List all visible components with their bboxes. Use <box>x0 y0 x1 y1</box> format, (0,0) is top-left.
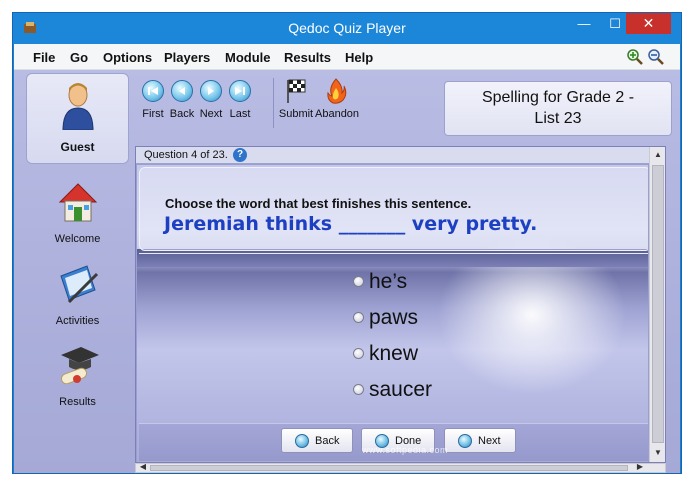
zoom-out-icon[interactable] <box>648 49 664 65</box>
back-icon <box>171 80 193 102</box>
book-pen-icon <box>60 265 99 304</box>
back-nav-label: Back <box>315 435 340 447</box>
close-button[interactable]: ✕ <box>626 13 671 34</box>
menu-file[interactable]: File <box>33 50 55 65</box>
question-counter: Question 4 of 23. <box>144 149 228 161</box>
sidebar-item-label: Welcome <box>54 233 101 245</box>
sidebar: Guest Welcome Activities Results <box>14 70 135 473</box>
sidebar-item-label: Results <box>59 396 96 408</box>
menu-options[interactable]: Options <box>103 50 152 65</box>
last-button[interactable]: Last <box>225 78 255 126</box>
menu-module[interactable]: Module <box>225 50 271 65</box>
next-nav-button[interactable]: Next <box>444 428 516 453</box>
course-title-box: Spelling for Grade 2 - List 23 <box>444 81 672 136</box>
menu-results[interactable]: Results <box>284 50 331 65</box>
fire-icon <box>327 78 347 104</box>
sidebar-item-results[interactable]: Results <box>26 339 129 417</box>
horizontal-scrollbar[interactable]: ◀ ▶ <box>135 462 666 474</box>
course-title-line1: Spelling for Grade 2 - <box>481 89 635 106</box>
next-arrow-icon <box>458 434 472 448</box>
scroll-left-button[interactable]: ◀ <box>136 462 150 474</box>
question-background: Choose the word that best finishes this … <box>137 165 648 462</box>
radio-button[interactable] <box>353 384 364 395</box>
horizontal-scroll-thumb[interactable] <box>150 465 628 471</box>
answer-options: he’s paws knew saucer <box>139 253 648 423</box>
sidebar-item-welcome[interactable]: Welcome <box>26 176 129 254</box>
next-nav-label: Next <box>478 435 501 447</box>
vertical-scrollbar[interactable]: ▲ ▼ <box>649 147 665 462</box>
scroll-right-button[interactable]: ▶ <box>633 462 647 474</box>
question-instruction: Choose the word that best finishes this … <box>165 196 472 211</box>
sidebar-item-activities[interactable]: Activities <box>26 258 129 336</box>
user-name: Guest <box>60 140 95 154</box>
radio-button[interactable] <box>353 312 364 323</box>
user-card[interactable]: Guest <box>26 73 129 164</box>
minimize-button[interactable]: — <box>568 13 600 34</box>
question-header: Question 4 of 23. ? <box>136 147 649 164</box>
checkered-flag-icon <box>287 79 306 103</box>
last-label: Last <box>229 108 251 120</box>
scroll-up-button[interactable]: ▲ <box>650 147 665 163</box>
last-icon <box>229 80 251 102</box>
app-window: Qedoc Quiz Player — ☐ ✕ File Go Options … <box>12 12 682 474</box>
menu-help[interactable]: Help <box>345 50 373 65</box>
watermark: www.softpedia.com <box>362 445 449 455</box>
option-label: knew <box>369 342 419 365</box>
client-area: Guest Welcome Activities Results First B… <box>14 70 680 473</box>
toolbar-separator <box>273 78 274 128</box>
menu-go[interactable]: Go <box>70 50 88 65</box>
first-icon <box>142 80 164 102</box>
option-label: paws <box>369 306 419 329</box>
submit-button[interactable]: Submit <box>279 78 313 126</box>
back-arrow-icon <box>295 434 309 448</box>
menu-bar: File Go Options Players Module Results H… <box>14 44 680 70</box>
option-label: saucer <box>369 378 433 401</box>
question-frame: Question 4 of 23. ? Choose the word that… <box>135 146 666 463</box>
radio-button[interactable] <box>353 348 364 359</box>
vertical-scroll-thumb[interactable] <box>652 165 664 443</box>
prompt-panel: Choose the word that best finishes this … <box>139 167 648 251</box>
submit-label: Submit <box>278 108 314 120</box>
course-title-line2: List 23 <box>534 110 582 127</box>
option-label: he’s <box>369 270 408 293</box>
back-nav-button[interactable]: Back <box>281 428 353 453</box>
navigation-bar: Back Done Next <box>139 423 648 461</box>
question-sentence: Jeremiah thinks _______ very pretty. <box>164 213 538 235</box>
radio-button[interactable] <box>353 276 364 287</box>
user-avatar-icon <box>62 83 94 130</box>
house-icon <box>58 183 98 222</box>
graduation-cap-icon <box>60 347 99 385</box>
abandon-button[interactable]: Abandon <box>315 78 359 126</box>
abandon-label: Abandon <box>315 108 360 120</box>
toolbar: First Back Next Last Submit Abandon <box>135 70 445 136</box>
sidebar-item-label: Activities <box>55 315 100 327</box>
help-icon[interactable]: ? <box>233 148 247 162</box>
menu-players[interactable]: Players <box>164 50 210 65</box>
zoom-in-icon[interactable] <box>627 49 643 65</box>
next-icon <box>200 80 222 102</box>
title-bar[interactable]: Qedoc Quiz Player — ☐ ✕ <box>13 13 681 44</box>
scroll-down-button[interactable]: ▼ <box>650 445 665 461</box>
